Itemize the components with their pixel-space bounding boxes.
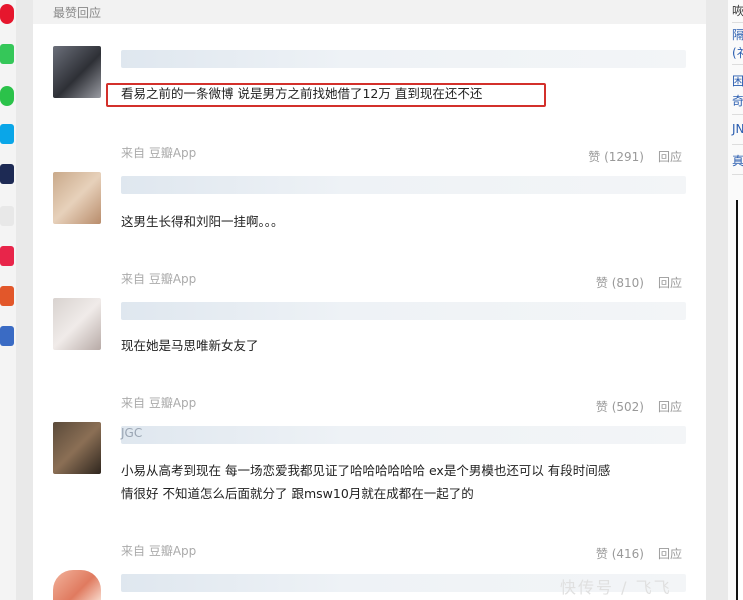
shopping-icon[interactable] (0, 246, 14, 266)
document-icon[interactable] (0, 206, 14, 226)
sidebar-item[interactable]: 隔 (732, 26, 743, 43)
avatar[interactable] (53, 172, 101, 224)
comment-actions: 赞 (1291) 回应 (574, 148, 682, 165)
app-dock (0, 0, 16, 600)
sidebar-item[interactable]: (礻 (732, 44, 743, 61)
sidebar-item[interactable]: 困 (732, 72, 743, 89)
comment-text-line1: 小易从高考到现在 每一场恋爱我都见证了哈哈哈哈哈哈 ex是个男模也还可以 有段时… (121, 463, 611, 478)
comment-actions: 赞 (810) 回应 (582, 274, 682, 291)
reply-button[interactable]: 回应 (658, 547, 682, 561)
comment-text: 看易之前的一条微博 说是男方之前找她借了12万 直到现在还不还 (121, 86, 483, 101)
reply-button[interactable]: 回应 (658, 276, 682, 290)
avatar[interactable] (53, 570, 101, 600)
comment-source: 来自 豆瓣App (121, 146, 197, 160)
game-icon[interactable] (0, 286, 14, 306)
username-blurred[interactable] (121, 176, 686, 194)
comment-actions: 赞 (416) 回应 (582, 545, 682, 562)
username-blurred[interactable] (121, 50, 686, 68)
game2-icon[interactable] (0, 326, 14, 346)
like-button[interactable]: 赞 (502) (596, 400, 644, 414)
avatar[interactable] (53, 298, 101, 350)
comment-source: 来自 豆瓣App (121, 272, 197, 286)
section-title: 最赞回应 (53, 6, 102, 20)
sidebar-item[interactable]: 奇 (732, 92, 743, 109)
like-button[interactable]: 赞 (810) (596, 276, 644, 290)
divider (732, 174, 743, 175)
divider (732, 22, 743, 23)
weibo-icon[interactable] (0, 4, 14, 24)
comment-text: 这男生长得和刘阳一挂啊。。。 (121, 214, 284, 229)
comment-text-line2: 情很好 不知道怎么后面就分了 跟msw10月就在成都在一起了的 (121, 486, 474, 501)
chat-icon[interactable] (0, 44, 14, 64)
username-blurred[interactable] (121, 426, 686, 444)
comment-actions: 赞 (502) 回应 (582, 398, 682, 415)
like-button[interactable]: 赞 (1291) (588, 150, 644, 164)
reply-button[interactable]: 回应 (658, 150, 682, 164)
sidebar-item[interactable]: 咴 (732, 2, 743, 19)
popup-edge (736, 200, 743, 600)
message-icon[interactable] (0, 124, 14, 144)
comment-source: 来自 豆瓣App (121, 396, 197, 410)
watermark: 快传号 / 飞飞 (560, 578, 672, 597)
avatar[interactable] (53, 46, 101, 98)
username-blurred[interactable] (121, 302, 686, 320)
reply-button[interactable]: 回应 (658, 400, 682, 414)
divider (732, 64, 743, 65)
divider (732, 114, 743, 115)
comment-source: 来自 豆瓣App (121, 544, 197, 558)
comment-text: 现在她是马思唯新女友了 (121, 338, 259, 353)
divider (732, 144, 743, 145)
avatar[interactable] (53, 422, 101, 474)
comments-panel: 最赞回应 看易之前的一条微博 说是男方之前找她借了12万 直到现在还不还 来自 … (33, 0, 706, 600)
username-partial[interactable]: JGC (121, 426, 142, 440)
sidebar-item[interactable]: 真 (732, 152, 743, 169)
link-icon[interactable] (0, 86, 14, 106)
news-icon[interactable] (0, 164, 14, 184)
like-button[interactable]: 赞 (416) (596, 547, 644, 561)
sidebar-item[interactable]: JN (732, 122, 743, 136)
section-header: 最赞回应 (33, 0, 706, 24)
